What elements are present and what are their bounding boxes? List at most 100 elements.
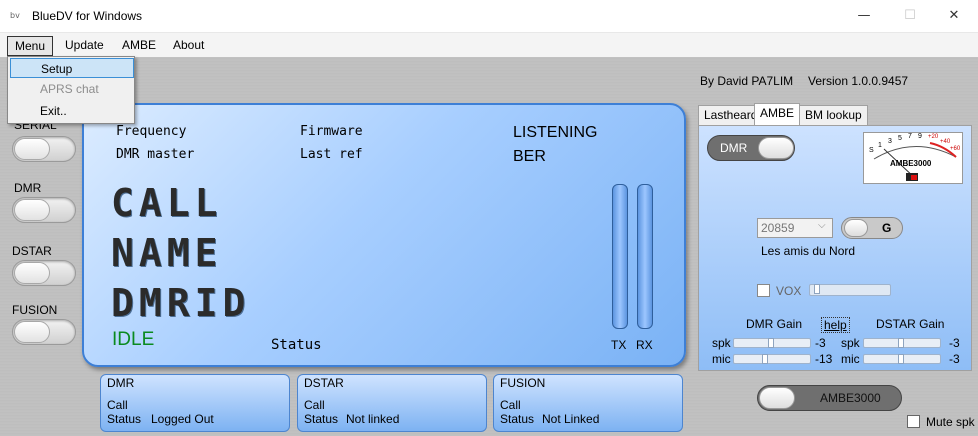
tx-meter (612, 184, 628, 329)
panel-call-label: Call (500, 398, 521, 412)
dmr-mic-value: -13 (815, 352, 833, 366)
dmr-master-label: DMR master (116, 147, 195, 162)
toggle-knob (758, 137, 794, 159)
dstar-mic-label: mic (841, 352, 860, 366)
dmr-mode-label: DMR (720, 141, 748, 155)
mute-speaker-checkbox[interactable] (907, 415, 920, 428)
meter-scale-7: 7 (908, 133, 912, 140)
meter-scale-9: 9 (918, 133, 922, 140)
ber-label: BER (513, 148, 546, 165)
main-display: Frequency Firmware DMR master Last ref L… (82, 103, 686, 367)
maximize-button[interactable]: ☐ (888, 2, 932, 30)
toggle-knob (14, 138, 50, 160)
tab-area: Lastheard AMBE BM lookup DMR S 1 3 5 7 9… (698, 103, 972, 371)
fusion-toggle[interactable] (12, 319, 76, 345)
status-label: Status (271, 337, 322, 353)
vox-checkbox[interactable] (757, 284, 770, 297)
panel-status-label: Status (107, 412, 142, 426)
window-title: BlueDV for Windows (32, 9, 143, 23)
minimize-button[interactable]: — (842, 2, 886, 30)
tab-ambe[interactable]: AMBE (754, 103, 801, 126)
dmr-label: DMR (14, 181, 42, 195)
toggle-knob (759, 387, 795, 409)
listening-label: LISTENING (513, 124, 598, 141)
menu-update[interactable]: Update (58, 36, 111, 56)
signal-meter: S 1 3 5 7 9 +20 +40 +60 AMBE3000 (863, 132, 963, 184)
ambe3000-label: AMBE3000 (820, 391, 881, 405)
tab-bm-lookup[interactable]: BM lookup (799, 105, 868, 126)
talkgroup-name: Les amis du Nord (761, 244, 856, 258)
panel-status-value: Not Linked (542, 412, 600, 426)
slider-thumb (898, 354, 904, 364)
ambe3000-toggle[interactable]: AMBE3000 (757, 385, 902, 411)
dstar-spk-value: -3 (949, 336, 960, 350)
dmr-mic-label: mic (712, 352, 731, 366)
menu-bar: Menu Update AMBE About (0, 33, 978, 57)
dmr-panel: DMR Call Status Logged Out (100, 374, 290, 432)
meter-scale-3: 3 (888, 138, 892, 145)
meter-scale-s: S (869, 147, 874, 154)
title-bar: bv BlueDV for Windows — ☐ ✕ (0, 0, 978, 33)
fusion-panel: FUSION Call Status Not Linked (493, 374, 683, 432)
talkgroup-select[interactable]: 20859 ⌵ (757, 218, 833, 238)
vox-label: VOX (776, 284, 802, 298)
name-display: NAME (111, 231, 223, 275)
app-icon: bv (10, 11, 20, 20)
idle-status: IDLE (112, 329, 155, 350)
chevron-down-icon: ⌵ (818, 220, 826, 231)
menu-dropdown: Setup APRS chat Exit.. (7, 56, 135, 124)
dstar-mic-value: -3 (949, 352, 960, 366)
vox-slider[interactable] (809, 284, 891, 296)
firmware-label: Firmware (300, 124, 363, 139)
dstar-gain-label: DSTAR Gain (876, 317, 945, 331)
version-label: Version 1.0.0.9457 (808, 74, 909, 88)
panel-status-label: Status (500, 412, 535, 426)
dmr-mic-slider[interactable] (733, 354, 811, 364)
dstar-spk-slider[interactable] (863, 338, 941, 348)
dstar-toggle[interactable] (12, 260, 76, 286)
help-link[interactable]: help (821, 317, 850, 333)
rx-label: RX (636, 338, 653, 352)
dmrid-display: DMRID (111, 281, 251, 325)
ambe-tab-panel: DMR S 1 3 5 7 9 +20 +40 +60 AMBE3000 208… (698, 125, 972, 371)
dmr-gain-label: DMR Gain (746, 317, 803, 331)
panel-call-label: Call (304, 398, 325, 412)
menu-item-setup[interactable]: Setup (10, 58, 134, 78)
panel-title: FUSION (500, 376, 546, 390)
group-button-label: G (882, 221, 892, 235)
dmr-spk-slider[interactable] (733, 338, 811, 348)
panel-title: DMR (107, 376, 135, 390)
dmr-mode-toggle[interactable]: DMR (707, 135, 795, 161)
panel-status-value: Not linked (346, 412, 400, 426)
dmr-toggle[interactable] (12, 197, 76, 223)
meter-scale-60: +60 (950, 146, 961, 152)
group-toggle[interactable]: G (841, 217, 903, 239)
slider-thumb (898, 338, 904, 348)
dstar-mic-slider[interactable] (863, 354, 941, 364)
dstar-label: DSTAR (12, 244, 52, 258)
menu-item-aprs-chat[interactable]: APRS chat (10, 79, 134, 99)
menu-item-exit[interactable]: Exit.. (10, 101, 134, 121)
tx-label: TX (611, 338, 627, 352)
meter-label: AMBE3000 (890, 159, 932, 168)
meter-scale-40: +40 (940, 139, 951, 145)
serial-toggle[interactable] (12, 136, 76, 162)
dstar-panel: DSTAR Call Status Not linked (297, 374, 487, 432)
toggle-knob (14, 321, 50, 343)
meter-scale-1: 1 (878, 142, 882, 149)
panel-call-label: Call (107, 398, 128, 412)
menu-ambe[interactable]: AMBE (115, 36, 163, 56)
slider-thumb (768, 338, 774, 348)
menu-menu[interactable]: Menu (7, 36, 54, 56)
panel-status-label: Status (304, 412, 339, 426)
frequency-label: Frequency (116, 124, 187, 139)
slider-thumb (814, 284, 820, 294)
panel-title: DSTAR (304, 376, 344, 390)
close-button[interactable]: ✕ (932, 2, 976, 30)
meter-scale-5: 5 (898, 135, 902, 142)
meter-scale-20: +20 (928, 134, 939, 140)
dmr-spk-label: spk (712, 336, 731, 350)
call-display: CALL (111, 181, 223, 225)
toggle-knob (844, 219, 868, 237)
menu-about[interactable]: About (166, 36, 211, 56)
